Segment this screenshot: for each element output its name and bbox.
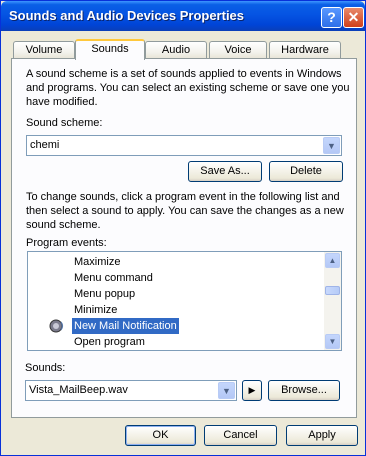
- scroll-down-icon[interactable]: ▼: [325, 334, 340, 349]
- sound-file-select[interactable]: Vista_MailBeep.wav ▼: [25, 380, 237, 401]
- events-scrollbar[interactable]: ▲ ▼: [324, 252, 341, 350]
- help-button[interactable]: ?: [321, 7, 342, 28]
- change-text-line-1: To change sounds, click a program event …: [26, 191, 340, 203]
- tab-volume[interactable]: Volume: [13, 41, 75, 59]
- intro-text-line-2: and programs. You can select an existing…: [26, 82, 350, 94]
- chevron-down-icon[interactable]: ▼: [323, 137, 340, 154]
- tab-audio[interactable]: Audio: [145, 41, 207, 59]
- window-title: Sounds and Audio Devices Properties: [9, 8, 245, 23]
- chevron-down-icon[interactable]: ▼: [218, 382, 235, 399]
- list-item-minimize[interactable]: Minimize: [72, 302, 119, 318]
- title-bar[interactable]: Sounds and Audio Devices Properties ? ✕: [1, 1, 365, 31]
- cancel-button[interactable]: Cancel: [204, 425, 277, 446]
- scroll-thumb[interactable]: [325, 286, 340, 295]
- sound-file-value: Vista_MailBeep.wav: [29, 384, 128, 396]
- close-button[interactable]: ✕: [343, 7, 364, 28]
- list-item-menu-command[interactable]: Menu command: [72, 270, 155, 286]
- intro-text-line-1: A sound scheme is a set of sounds applie…: [26, 68, 342, 80]
- tab-voice[interactable]: Voice: [209, 41, 267, 59]
- list-item-menu-popup[interactable]: Menu popup: [72, 286, 137, 302]
- sound-scheme-value: chemi: [30, 139, 60, 151]
- tab-sounds[interactable]: Sounds: [75, 39, 145, 60]
- intro-text-line-3: have modified.: [26, 96, 98, 108]
- program-events-list[interactable]: Maximize Menu command Menu popup Minimiz…: [27, 251, 342, 351]
- list-item-new-mail-notification[interactable]: New Mail Notification: [72, 318, 179, 334]
- tab-hardware[interactable]: Hardware: [269, 41, 341, 59]
- play-button[interactable]: ▶: [242, 380, 262, 401]
- sound-scheme-select[interactable]: chemi ▼: [26, 135, 342, 156]
- scroll-up-icon[interactable]: ▲: [325, 253, 340, 268]
- sound-scheme-label: Sound scheme:: [26, 117, 103, 129]
- list-item-maximize[interactable]: Maximize: [72, 254, 122, 270]
- save-as-button[interactable]: Save As...: [188, 161, 262, 182]
- browse-button[interactable]: Browse...: [268, 380, 340, 401]
- speaker-icon: [49, 319, 64, 333]
- sounds-properties-window: Sounds and Audio Devices Properties ? ✕ …: [0, 0, 366, 456]
- change-text-line-3: sound scheme.: [26, 219, 101, 231]
- sounds-label: Sounds:: [25, 362, 66, 374]
- play-icon: ▶: [248, 385, 256, 395]
- apply-button[interactable]: Apply: [286, 425, 358, 446]
- change-text-line-2: then select a sound to apply. You can sa…: [26, 205, 344, 217]
- list-item-open-program[interactable]: Open program: [72, 334, 147, 350]
- program-events-label: Program events:: [26, 237, 107, 249]
- tab-strip: Volume Sounds Audio Voice Hardware: [11, 39, 357, 60]
- delete-button[interactable]: Delete: [269, 161, 343, 182]
- ok-button[interactable]: OK: [125, 425, 196, 446]
